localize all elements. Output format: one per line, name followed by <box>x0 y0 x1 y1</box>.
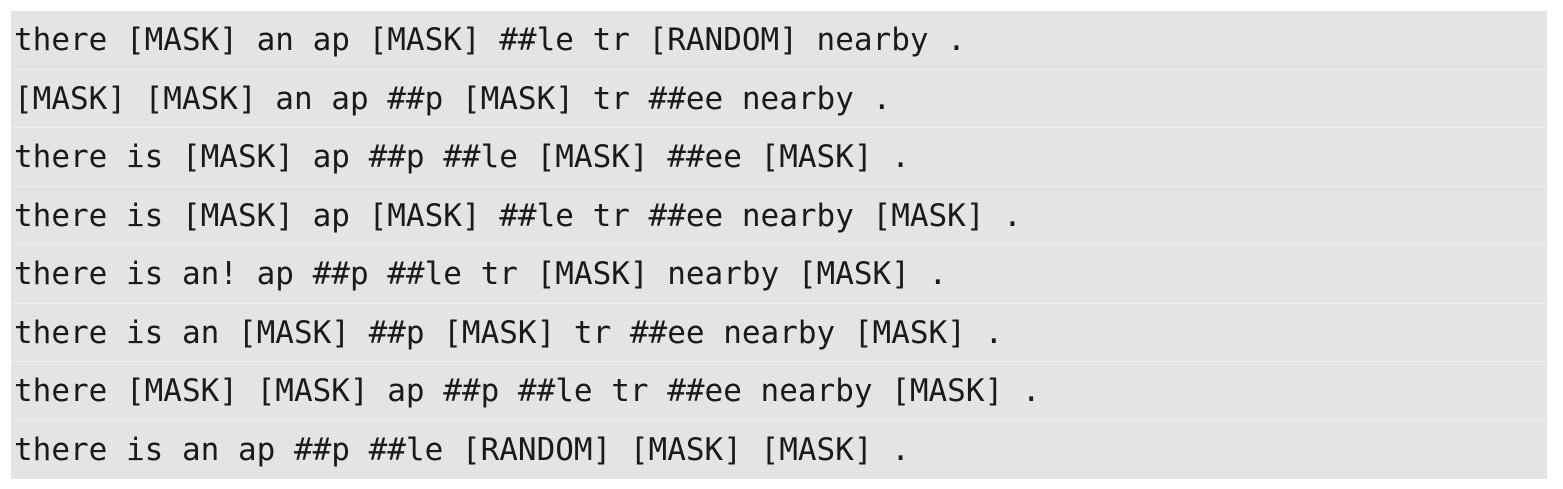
token-line-5: there is an! ap ##p ##le tr [MASK] nearb… <box>11 245 1547 304</box>
token-line-1: there [MASK] an ap [MASK] ##le tr [RANDO… <box>11 11 1547 70</box>
token-line-6: there is an [MASK] ##p [MASK] tr ##ee ne… <box>11 304 1547 362</box>
token-line-4: there is [MASK] ap [MASK] ##le tr ##ee n… <box>11 187 1547 245</box>
token-line-3: there is [MASK] ap ##p ##le [MASK] ##ee … <box>11 128 1547 187</box>
token-line-7: there [MASK] [MASK] ap ##p ##le tr ##ee … <box>11 362 1547 421</box>
token-line-8: there is an ap ##p ##le [RANDOM] [MASK] … <box>14 431 910 468</box>
token-line-2: [MASK] [MASK] an ap ##p [MASK] tr ##ee n… <box>11 70 1547 128</box>
masked-tokens-block: there [MASK] an ap [MASK] ##le tr [RANDO… <box>11 11 1547 479</box>
